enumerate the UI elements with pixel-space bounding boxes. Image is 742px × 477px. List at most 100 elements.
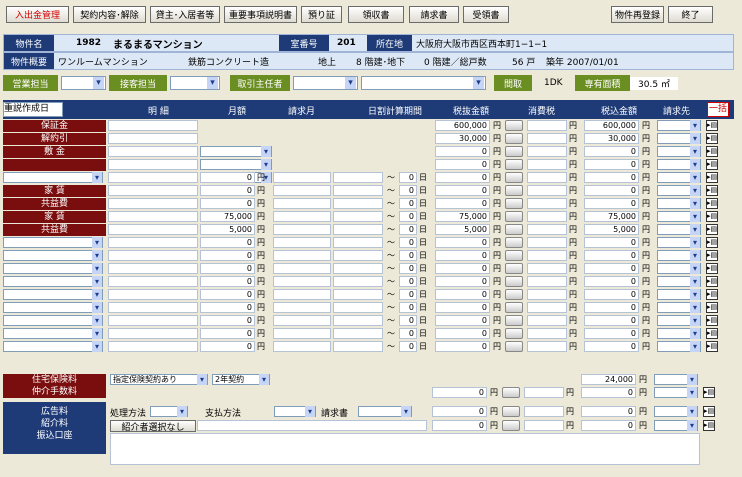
prorate-start[interactable] <box>333 302 383 313</box>
invoice-select[interactable] <box>358 406 412 417</box>
tax-amount[interactable] <box>527 341 567 352</box>
billing-to-select[interactable] <box>657 237 701 248</box>
monthly-amount[interactable]: 0 <box>200 185 255 196</box>
detail-input[interactable] <box>108 120 198 131</box>
tax-calc-button[interactable] <box>505 146 523 157</box>
detail-input[interactable] <box>108 263 198 274</box>
brokerage-net[interactable]: 0 <box>432 387 487 398</box>
detail-input[interactable] <box>108 315 198 326</box>
tax-calc-button[interactable] <box>505 198 523 209</box>
fee-item-select[interactable] <box>3 328 103 339</box>
list-icon[interactable]: ▸▤ <box>706 276 718 287</box>
tax-amount[interactable] <box>527 263 567 274</box>
tax-amount[interactable] <box>527 237 567 248</box>
insurance-gross[interactable]: 24,000 <box>581 374 636 385</box>
monthly-amount[interactable]: 0 <box>200 250 255 261</box>
billing-to-select[interactable] <box>657 302 701 313</box>
detail-input[interactable] <box>108 302 198 313</box>
prorate-start[interactable] <box>333 224 383 235</box>
billing-to-select[interactable] <box>657 133 701 144</box>
tax-calc-button[interactable] <box>505 315 523 326</box>
billing-month[interactable] <box>273 198 331 209</box>
gross-amount[interactable]: 0 <box>584 250 639 261</box>
tax-calc-button[interactable] <box>505 172 523 183</box>
list-icon[interactable]: ▸▤ <box>706 172 718 183</box>
tax-calc-button[interactable] <box>505 263 523 274</box>
intro-name-field[interactable] <box>197 420 427 431</box>
tax-calc-button[interactable] <box>505 120 523 131</box>
list-icon[interactable]: ▸▤ <box>706 185 718 196</box>
tax-amount[interactable] <box>527 172 567 183</box>
prorate-days[interactable]: 0 <box>399 328 417 339</box>
tax-calc-button[interactable] <box>505 341 523 352</box>
billing-to-select[interactable] <box>657 224 701 235</box>
prorate-start[interactable] <box>333 237 383 248</box>
billing-month[interactable] <box>273 263 331 274</box>
tax-calc-button[interactable] <box>505 328 523 339</box>
prorate-days[interactable]: 0 <box>399 172 417 183</box>
net-amount[interactable]: 30,000 <box>435 133 490 144</box>
monthly-amount[interactable]: 0 <box>200 172 255 183</box>
insurance-choice-select[interactable]: 指定保険契約あり <box>110 374 208 385</box>
ad-gross[interactable]: 0 <box>581 406 636 417</box>
ad-tax-button[interactable] <box>502 406 520 417</box>
detail-input[interactable] <box>108 211 198 222</box>
net-amount[interactable]: 0 <box>435 289 490 300</box>
list-icon[interactable]: ▸▤ <box>706 341 718 352</box>
tax-amount[interactable] <box>527 120 567 131</box>
prorate-start[interactable] <box>333 211 383 222</box>
billing-month[interactable] <box>273 250 331 261</box>
tax-calc-button[interactable] <box>505 250 523 261</box>
insurance-billing-select[interactable] <box>654 374 698 385</box>
billing-to-select[interactable] <box>657 289 701 300</box>
intro-net[interactable]: 0 <box>432 420 487 431</box>
prorate-start[interactable] <box>333 185 383 196</box>
bulk-button[interactable]: 一括 <box>707 102 729 117</box>
billing-to-select[interactable] <box>657 263 701 274</box>
process-method-select[interactable] <box>150 406 188 417</box>
net-amount[interactable]: 0 <box>435 263 490 274</box>
tax-amount[interactable] <box>527 185 567 196</box>
gross-amount[interactable]: 0 <box>584 276 639 287</box>
tax-calc-button[interactable] <box>505 185 523 196</box>
detail-input[interactable] <box>108 146 198 157</box>
list-icon[interactable]: ▸▤ <box>706 159 718 170</box>
detail-input[interactable] <box>108 198 198 209</box>
monthly-amount[interactable]: 75,000 <box>200 211 255 222</box>
billing-to-select[interactable] <box>657 185 701 196</box>
net-amount[interactable]: 0 <box>435 159 490 170</box>
net-amount[interactable]: 75,000 <box>435 211 490 222</box>
tax-amount[interactable] <box>527 211 567 222</box>
reception-staff-select[interactable] <box>170 76 220 90</box>
billing-month[interactable] <box>273 341 331 352</box>
tax-calc-button[interactable] <box>505 302 523 313</box>
tax-amount[interactable] <box>527 250 567 261</box>
billing-month[interactable] <box>273 315 331 326</box>
billing-to-select[interactable] <box>657 315 701 326</box>
ad-billing-select[interactable] <box>654 406 698 417</box>
gross-amount[interactable]: 5,000 <box>584 224 639 235</box>
list-icon[interactable]: ▸▤ <box>706 133 718 144</box>
detail-input[interactable] <box>108 276 198 287</box>
monthly-amount[interactable]: 5,000 <box>200 224 255 235</box>
prorate-days[interactable]: 0 <box>399 341 417 352</box>
landlord-tenant-button[interactable]: 貸主･入居者等 <box>150 6 220 23</box>
bank-account-field[interactable] <box>110 433 700 465</box>
prorate-days[interactable]: 0 <box>399 289 417 300</box>
prorate-days[interactable]: 0 <box>399 224 417 235</box>
fee-item-select[interactable] <box>3 250 103 261</box>
billing-month[interactable] <box>273 276 331 287</box>
intro-gross[interactable]: 0 <box>581 420 636 431</box>
detail-input[interactable] <box>108 185 198 196</box>
receipt-button[interactable]: 領収書 <box>348 6 404 23</box>
monthly-amount[interactable]: 0 <box>200 328 255 339</box>
detail-input[interactable] <box>108 133 198 144</box>
tax-amount[interactable] <box>527 224 567 235</box>
gross-amount[interactable]: 0 <box>584 237 639 248</box>
net-amount[interactable]: 0 <box>435 198 490 209</box>
tax-calc-button[interactable] <box>505 237 523 248</box>
billing-to-select[interactable] <box>657 172 701 183</box>
detail-input[interactable] <box>108 328 198 339</box>
fee-item-select[interactable] <box>3 276 103 287</box>
billing-month[interactable] <box>273 328 331 339</box>
